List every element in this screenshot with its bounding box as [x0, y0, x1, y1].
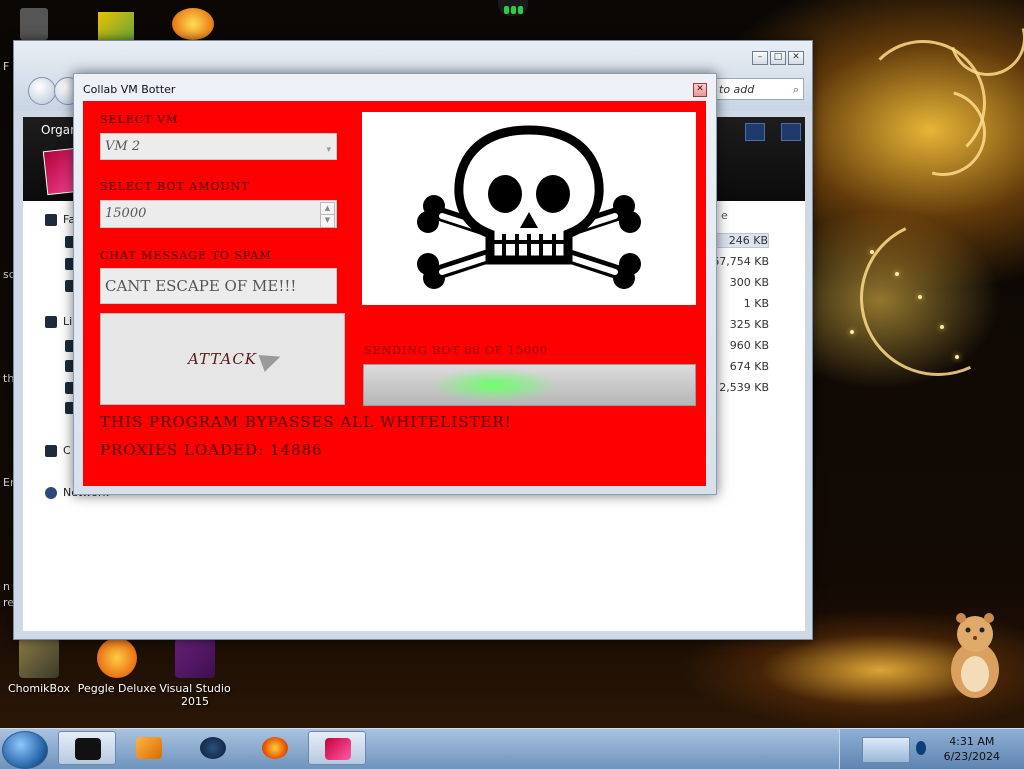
vm-dropdown-value: VM 2 — [105, 139, 141, 154]
bot-amount-stepper[interactable]: 15000 ▲ ▼ — [100, 200, 337, 228]
select-vm-label: SELECT VM — [100, 113, 179, 126]
attack-button[interactable]: ATTACK — [100, 313, 345, 405]
clock-time: 4:31 AM — [949, 735, 995, 748]
vm-dropdown[interactable]: VM 2 ▾ — [100, 133, 337, 160]
wallpaper-dot — [940, 325, 944, 329]
skull-image — [362, 112, 696, 305]
tray-gadget-icon[interactable] — [862, 737, 910, 763]
chevron-down-icon: ▾ — [326, 145, 331, 155]
library-icon — [45, 316, 57, 328]
desktop-icon-peggle[interactable]: Peggle Deluxe — [72, 638, 162, 695]
search-input[interactable]: to add ⌕ — [714, 78, 804, 100]
view-icon[interactable] — [745, 123, 765, 141]
desktop-icon[interactable] — [20, 8, 48, 40]
system-tray: 4:31 AM 6/23/2024 — [839, 729, 1024, 769]
column-header-size[interactable]: e — [721, 209, 728, 222]
explorer-window-controls: – □ ✕ — [752, 51, 804, 65]
visual-studio-icon — [175, 638, 215, 678]
network-icon — [45, 487, 57, 499]
bypass-text: THIS PROGRAM BYPASSES ALL WHITELISTER! — [100, 413, 512, 431]
wallpaper-dot — [955, 355, 959, 359]
taskbar-item-media-player[interactable] — [120, 731, 178, 765]
maximize-button[interactable]: □ — [770, 51, 786, 65]
close-button[interactable]: ✕ — [788, 51, 804, 65]
explorer-icon — [75, 738, 101, 760]
nav-item-favorites[interactable]: Fa — [45, 213, 75, 226]
chat-message-input[interactable]: CANT ESCAPE OF ME!!! — [100, 268, 337, 304]
progress-bar — [363, 364, 696, 406]
chat-message-label: CHAT MESSAGE TO SPAM — [100, 249, 272, 262]
clipped-label: n — [3, 580, 10, 593]
wallpaper-dot — [870, 250, 874, 254]
botter-icon — [325, 738, 351, 760]
nav-item-computer[interactable]: C — [45, 444, 71, 457]
taskbar: 4:31 AM 6/23/2024 — [0, 728, 1024, 769]
progress-glow — [434, 369, 554, 401]
bot-amount-value: 15000 — [105, 206, 147, 221]
desktop-icon-visual-studio[interactable]: Visual Studio 2015 — [150, 638, 240, 708]
window-title: Collab VM Botter — [83, 83, 176, 96]
wallpaper-dot — [850, 330, 854, 334]
chat-message-value: CANT ESCAPE OF ME!!! — [105, 277, 297, 295]
computer-icon — [45, 445, 57, 457]
taskbar-item-app[interactable] — [184, 731, 242, 765]
preview-pane-icon[interactable] — [781, 123, 801, 141]
app-icon — [200, 737, 226, 759]
taskbar-item-firefox[interactable] — [246, 731, 304, 765]
botter-panel: SELECT VM VM 2 ▾ SELECT BOT AMOUNT 15000… — [83, 101, 706, 486]
gadget-handle — [498, 0, 528, 16]
nav-item-libraries[interactable]: Li — [45, 315, 72, 328]
desktop-icon[interactable] — [172, 8, 214, 40]
desktop-icon-label: Visual Studio 2015 — [159, 682, 231, 708]
start-button[interactable] — [2, 731, 48, 769]
taskbar-item-explorer[interactable] — [58, 731, 116, 765]
close-button[interactable]: ✕ — [693, 83, 707, 97]
firefox-icon — [262, 737, 288, 759]
taskbar-item-botter[interactable] — [308, 731, 366, 765]
botter-window: Collab VM Botter ✕ SELECT VM VM 2 ▾ SELE… — [73, 73, 717, 495]
skull-crossbones-icon — [417, 125, 641, 289]
wallpaper-dot — [895, 272, 899, 276]
decrement-arrow-icon[interactable]: ▼ — [320, 214, 335, 228]
mouse-cursor-icon — [258, 348, 284, 372]
clock[interactable]: 4:31 AM 6/23/2024 — [944, 734, 1000, 764]
star-icon — [45, 214, 57, 226]
desktop-icon[interactable] — [98, 12, 134, 40]
desktop-icon-label: Peggle Deluxe — [77, 682, 157, 695]
back-button[interactable] — [28, 77, 56, 105]
status-text: SENDING BOT 88 OF 15000 — [364, 344, 549, 357]
chomikbox-icon — [19, 638, 59, 678]
clipped-label: F — [3, 60, 10, 73]
proxies-text: PROXIES LOADED: 14886 — [100, 441, 323, 459]
search-icon: ⌕ — [792, 83, 799, 96]
attack-button-label: ATTACK — [188, 350, 257, 368]
media-player-icon — [136, 737, 162, 759]
peggle-icon — [97, 638, 137, 678]
bot-amount-label: SELECT BOT AMOUNT — [100, 180, 250, 193]
minimize-button[interactable]: – — [752, 51, 768, 65]
wallpaper-swirl — [838, 198, 1024, 398]
wallpaper-dot — [918, 295, 922, 299]
network-tray-icon[interactable] — [916, 741, 926, 755]
clock-date: 6/23/2024 — [943, 750, 1000, 763]
hamster-gadget-icon[interactable] — [945, 608, 1003, 700]
search-placeholder: to add — [719, 83, 755, 96]
